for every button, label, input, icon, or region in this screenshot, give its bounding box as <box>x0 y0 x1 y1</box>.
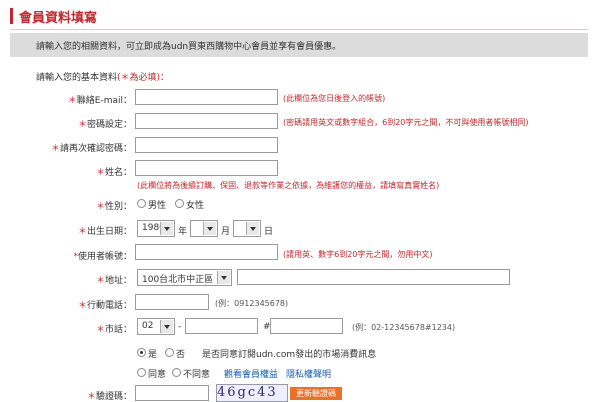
phone-example: (例：02-12345678#1234) <box>352 323 456 332</box>
agree-radio[interactable] <box>137 368 146 377</box>
name-field[interactable] <box>135 160 278 176</box>
address-district-select[interactable]: 100台北市中正區 <box>137 269 232 286</box>
birth-day-select[interactable] <box>233 220 261 237</box>
gender-female-radio[interactable] <box>175 199 184 208</box>
email-hint: (此欄位為您日後登入的帳號) <box>283 94 386 103</box>
gender-label: ＊性別： <box>95 202 132 212</box>
password-hint: (密碼請用英文或數字組合，6到20字元之間，不可與使用者帳號相同) <box>283 118 529 127</box>
phone-area-code-select[interactable]: 02 <box>137 318 175 335</box>
notice-text: 請輸入您的相關資料，可立即成為udn買東西購物中心會員並享有會員優惠。 <box>36 42 342 52</box>
password-field[interactable] <box>135 113 278 129</box>
basic-info-heading: 請輸入您的基本資料(＊為必填)： <box>36 73 170 83</box>
name-hint: (此欄位將為後續訂購、保固、退款等作業之依據，為維護您的權益，請填寫真實姓名) <box>137 181 440 190</box>
phone-number-field[interactable] <box>185 318 258 334</box>
password-confirm-label: ＊請再次確認密碼： <box>50 144 132 154</box>
password-confirm-field[interactable] <box>135 137 278 153</box>
username-field[interactable] <box>135 244 278 260</box>
chevron-down-icon <box>217 271 230 284</box>
username-label: *使用者帳號： <box>73 252 132 262</box>
captcha-label: ＊驗證碼： <box>86 392 132 402</box>
gender-male-radio[interactable] <box>137 199 146 208</box>
subscribe-no-label: 否 <box>176 350 186 360</box>
title-accent-bar <box>10 8 13 24</box>
address-field[interactable] <box>237 269 510 285</box>
birth-year-select[interactable]: 1980 <box>137 220 175 237</box>
captcha-image: 46gc43 <box>216 384 288 402</box>
birth-day-unit: 日 <box>264 227 274 237</box>
birth-month-select[interactable] <box>190 220 218 237</box>
chevron-down-icon <box>160 320 173 333</box>
disagree-label: 不同意 <box>183 370 211 380</box>
notice-banner: 請輸入您的相關資料，可立即成為udn買東西購物中心會員並享有會員優惠。 <box>10 33 588 57</box>
username-hint: (請用英、數字6到20字元之間，勿用中文) <box>283 250 433 259</box>
email-field[interactable] <box>135 89 278 105</box>
gender-female-label: 女性 <box>186 201 205 211</box>
captcha-field[interactable] <box>135 385 209 401</box>
privacy-policy-link[interactable]: 隱私權聲明 <box>286 367 331 380</box>
password-label: ＊密碼設定： <box>77 120 132 130</box>
refresh-captcha-button[interactable]: 更新驗證碼 <box>290 387 342 400</box>
chevron-down-icon <box>246 222 259 235</box>
name-label: ＊姓名： <box>95 168 132 178</box>
subscribe-yes-label: 是 <box>148 350 158 360</box>
birth-year-unit: 年 <box>178 227 188 237</box>
mobile-label: ＊行動電話： <box>77 301 132 311</box>
member-rights-link[interactable]: 觀看會員權益 <box>224 367 278 380</box>
chevron-down-icon <box>203 222 216 235</box>
phone-label: ＊市話： <box>95 325 132 335</box>
gender-male-label: 男性 <box>148 201 167 211</box>
chevron-down-icon <box>160 222 173 235</box>
subscribe-no-radio[interactable] <box>165 348 174 357</box>
birth-month-unit: 月 <box>221 227 231 237</box>
agree-label: 同意 <box>148 370 167 380</box>
mobile-field[interactable] <box>135 294 209 310</box>
title-divider <box>10 29 588 30</box>
email-label: ＊聯絡E-mail： <box>67 96 132 106</box>
phone-extension-field[interactable] <box>270 318 343 334</box>
page-title: 會員資料填寫 <box>19 11 98 26</box>
subscribe-yes-radio[interactable] <box>137 348 146 357</box>
mobile-example: (例：0912345678) <box>215 299 289 308</box>
disagree-radio[interactable] <box>172 368 181 377</box>
birthday-label: ＊出生日期： <box>77 227 132 237</box>
subscribe-text: 是否同意訂閱udn.com發出的市場消費訊息 <box>202 350 377 360</box>
phone-dash: - <box>178 322 182 332</box>
address-label: ＊地址： <box>95 276 132 286</box>
